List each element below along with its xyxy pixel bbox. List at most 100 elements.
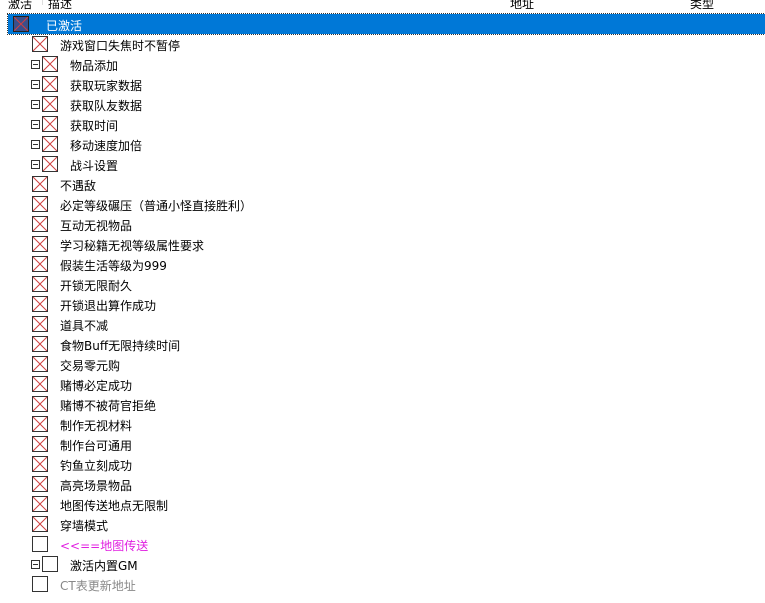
row-description: 道具不减 xyxy=(60,319,109,333)
row-description: 钓鱼立刻成功 xyxy=(60,459,133,473)
activate-checkbox[interactable] xyxy=(32,296,48,312)
row-description: 获取队友数据 xyxy=(70,99,143,113)
table-row[interactable]: <<==地图传送 xyxy=(0,534,765,554)
table-row[interactable]: 移动速度加倍 xyxy=(0,134,765,154)
table-row[interactable]: 制作台可通用 xyxy=(0,434,765,454)
row-description: 学习秘籍无视等级属性要求 xyxy=(60,239,205,253)
table-row[interactable]: 物品添加 xyxy=(0,54,765,74)
row-description: 高亮场景物品 xyxy=(60,479,133,493)
activate-checkbox[interactable] xyxy=(32,376,48,392)
table-row[interactable]: 钓鱼立刻成功 xyxy=(0,454,765,474)
column-header: 激活 描述 地址 类型 xyxy=(0,0,765,11)
table-row[interactable]: 已激活 xyxy=(7,13,765,35)
table-row[interactable]: 获取玩家数据 xyxy=(0,74,765,94)
activate-checkbox[interactable] xyxy=(32,476,48,492)
row-description: 食物Buff无限持续时间 xyxy=(60,339,181,353)
collapse-toggle[interactable] xyxy=(31,120,40,129)
row-description: 激活内置GM xyxy=(70,559,138,573)
activate-checkbox[interactable] xyxy=(32,336,48,352)
column-divider[interactable] xyxy=(42,0,43,5)
table-row[interactable]: 交易零元购 xyxy=(0,354,765,374)
collapse-toggle[interactable] xyxy=(31,140,40,149)
table-row[interactable]: 不遇敌 xyxy=(0,174,765,194)
table-row[interactable]: 地图传送地点无限制 xyxy=(0,494,765,514)
row-description: 穿墙模式 xyxy=(60,519,109,533)
activate-checkbox[interactable] xyxy=(42,56,58,72)
activate-checkbox[interactable] xyxy=(32,256,48,272)
row-description: 开锁退出算作成功 xyxy=(60,299,157,313)
collapse-toggle[interactable] xyxy=(31,100,40,109)
row-description: 地图传送地点无限制 xyxy=(60,499,169,513)
row-description: 制作台可通用 xyxy=(60,439,133,453)
table-row[interactable]: 获取队友数据 xyxy=(0,94,765,114)
row-description: 物品添加 xyxy=(70,59,119,73)
activate-checkbox[interactable] xyxy=(42,556,58,572)
row-description: 游戏窗口失焦时不暂停 xyxy=(60,39,181,53)
activate-checkbox[interactable] xyxy=(42,116,58,132)
activate-checkbox[interactable] xyxy=(32,536,48,552)
table-row[interactable]: 战斗设置 xyxy=(0,154,765,174)
activate-checkbox[interactable] xyxy=(32,196,48,212)
collapse-toggle[interactable] xyxy=(31,80,40,89)
row-description: <<==地图传送 xyxy=(60,539,149,553)
activate-checkbox[interactable] xyxy=(32,36,48,52)
column-address[interactable]: 地址 xyxy=(510,0,534,12)
row-description: 战斗设置 xyxy=(70,159,119,173)
collapse-toggle[interactable] xyxy=(31,60,40,69)
table-row[interactable]: 激活内置GM xyxy=(0,554,765,574)
row-description: 赌博必定成功 xyxy=(60,379,133,393)
activate-checkbox[interactable] xyxy=(42,136,58,152)
table-row[interactable]: 穿墙模式 xyxy=(0,514,765,534)
activate-checkbox[interactable] xyxy=(32,316,48,332)
table-row[interactable]: 赌博不被荷官拒绝 xyxy=(0,394,765,414)
column-active[interactable]: 激活 xyxy=(8,0,32,12)
row-description: 不遇敌 xyxy=(60,179,97,193)
table-row[interactable]: 获取时间 xyxy=(0,114,765,134)
activate-checkbox[interactable] xyxy=(32,416,48,432)
table-row[interactable]: 必定等级碾压（普通小怪直接胜利） xyxy=(0,194,765,214)
row-description: 获取玩家数据 xyxy=(70,79,143,93)
row-description: 移动速度加倍 xyxy=(70,139,143,153)
activate-checkbox[interactable] xyxy=(32,236,48,252)
activate-checkbox[interactable] xyxy=(32,396,48,412)
row-description: 交易零元购 xyxy=(60,359,121,373)
table-row[interactable]: 开锁无限耐久 xyxy=(0,274,765,294)
activate-checkbox[interactable] xyxy=(32,456,48,472)
table-row[interactable]: 游戏窗口失焦时不暂停 xyxy=(0,34,765,54)
row-description: 互动无视物品 xyxy=(60,219,133,233)
table-row[interactable]: 学习秘籍无视等级属性要求 xyxy=(0,234,765,254)
table-row[interactable]: 假装生活等级为999 xyxy=(0,254,765,274)
column-type[interactable]: 类型 xyxy=(690,0,714,12)
collapse-toggle[interactable] xyxy=(31,560,40,569)
table-row[interactable]: 开锁退出算作成功 xyxy=(0,294,765,314)
activate-checkbox[interactable] xyxy=(32,496,48,512)
activate-checkbox[interactable] xyxy=(13,16,29,32)
row-description: 制作无视材料 xyxy=(60,419,133,433)
table-row[interactable]: 道具不减 xyxy=(0,314,765,334)
activate-checkbox[interactable] xyxy=(32,516,48,532)
row-description: CT表更新地址 xyxy=(60,579,136,593)
activate-checkbox[interactable] xyxy=(32,576,48,592)
activate-checkbox[interactable] xyxy=(42,156,58,172)
table-row[interactable]: 赌博必定成功 xyxy=(0,374,765,394)
table-row[interactable]: 互动无视物品 xyxy=(0,214,765,234)
activate-checkbox[interactable] xyxy=(32,276,48,292)
row-description: 开锁无限耐久 xyxy=(60,279,133,293)
table-row[interactable]: 制作无视材料 xyxy=(0,414,765,434)
activate-checkbox[interactable] xyxy=(42,76,58,92)
row-description: 已激活 xyxy=(46,19,83,33)
activate-checkbox[interactable] xyxy=(32,436,48,452)
table-row[interactable]: 食物Buff无限持续时间 xyxy=(0,334,765,354)
row-description: 获取时间 xyxy=(70,119,119,133)
row-description: 必定等级碾压（普通小怪直接胜利） xyxy=(60,199,253,213)
column-description[interactable]: 描述 xyxy=(48,0,72,12)
table-row[interactable]: 高亮场景物品 xyxy=(0,474,765,494)
row-description: 假装生活等级为999 xyxy=(60,259,167,273)
row-description: 赌博不被荷官拒绝 xyxy=(60,399,157,413)
activate-checkbox[interactable] xyxy=(42,96,58,112)
table-row[interactable]: CT表更新地址 xyxy=(0,574,765,594)
activate-checkbox[interactable] xyxy=(32,176,48,192)
collapse-toggle[interactable] xyxy=(31,160,40,169)
activate-checkbox[interactable] xyxy=(32,356,48,372)
activate-checkbox[interactable] xyxy=(32,216,48,232)
